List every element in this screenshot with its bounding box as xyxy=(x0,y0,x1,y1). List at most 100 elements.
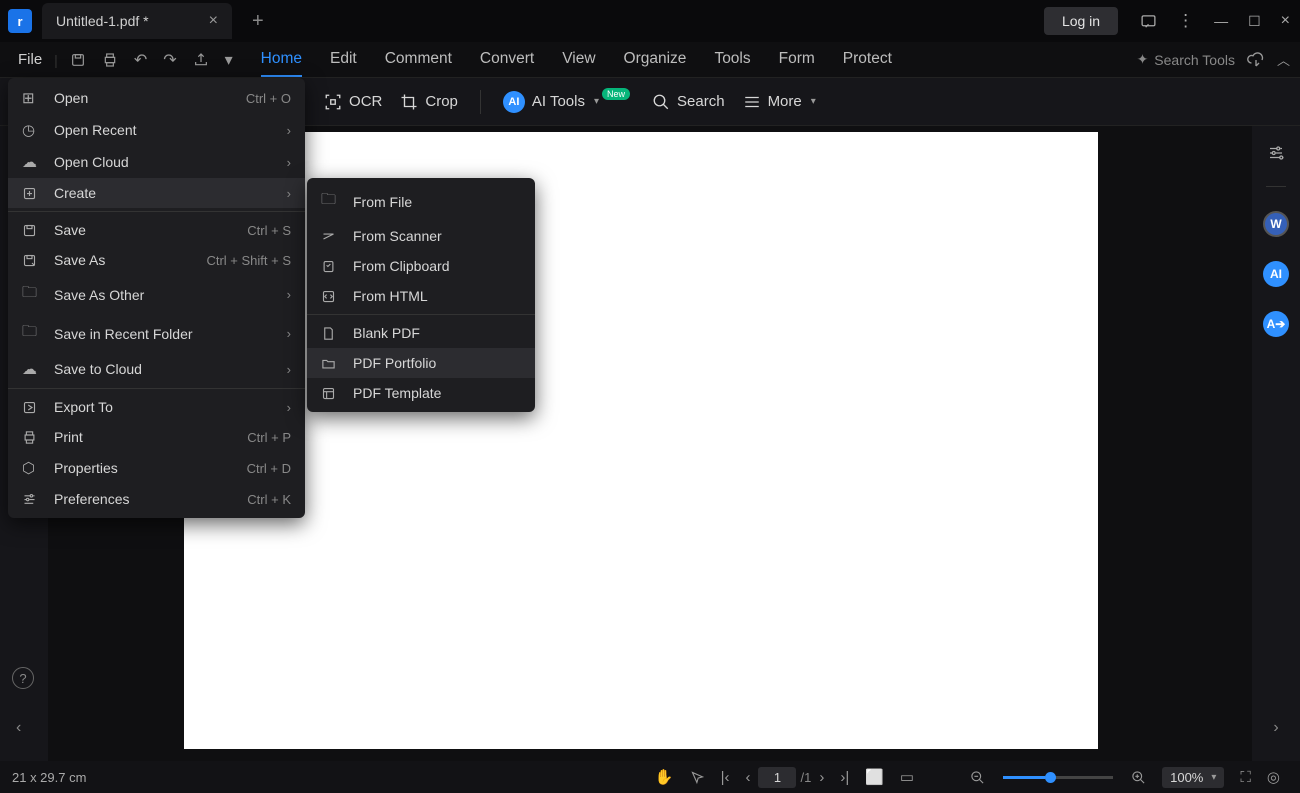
fullscreen-icon[interactable]: ⛶ xyxy=(1240,769,1251,786)
chevron-right-icon: › xyxy=(287,326,291,341)
word-export-icon[interactable]: W xyxy=(1263,211,1289,237)
tab-home[interactable]: Home xyxy=(261,43,302,77)
submenu-from-html[interactable]: From HTML xyxy=(307,281,535,311)
tab-form[interactable]: Form xyxy=(779,43,815,77)
help-icon[interactable]: ? xyxy=(12,667,34,689)
crop-button[interactable]: Crop xyxy=(400,93,458,111)
page-icon xyxy=(321,326,343,341)
crop-label: Crop xyxy=(425,93,458,110)
chevron-right-icon: › xyxy=(287,155,291,170)
close-window-icon[interactable]: × xyxy=(1281,12,1290,30)
next-page-icon[interactable]: › xyxy=(819,769,824,786)
create-icon xyxy=(22,186,44,201)
ai-sidebar-icon[interactable]: AI xyxy=(1263,261,1289,287)
file-menu-button[interactable]: File xyxy=(10,51,50,68)
app-logo-icon: r xyxy=(8,9,32,33)
tab-comment[interactable]: Comment xyxy=(385,43,452,77)
tab-tools[interactable]: Tools xyxy=(714,43,750,77)
collapse-left-icon[interactable]: ‹ xyxy=(16,719,21,737)
zoom-thumb[interactable] xyxy=(1045,772,1056,783)
chat-icon[interactable] xyxy=(1140,13,1157,30)
last-page-icon[interactable]: ›| xyxy=(840,769,849,786)
page-size-label: 21 x 29.7 cm xyxy=(12,770,86,785)
preferences-icon xyxy=(22,492,44,507)
hand-tool-icon[interactable]: ✋ xyxy=(655,768,674,786)
ai-icon: AI xyxy=(503,91,525,113)
close-icon[interactable]: × xyxy=(209,12,218,30)
menu-open-cloud[interactable]: ☁ Open Cloud › xyxy=(8,146,305,178)
translate-icon[interactable]: A➔ xyxy=(1263,311,1289,337)
submenu-from-clipboard[interactable]: From Clipboard xyxy=(307,251,535,281)
zoom-slider[interactable] xyxy=(1003,776,1113,779)
zoom-in-icon[interactable] xyxy=(1131,770,1146,785)
save-icon[interactable] xyxy=(70,52,86,68)
menu-open-recent[interactable]: ◷ Open Recent › xyxy=(8,114,305,146)
template-icon xyxy=(321,386,343,401)
fit-width-icon[interactable]: ⬜ xyxy=(865,768,884,786)
expand-right-icon[interactable]: › xyxy=(1273,719,1278,737)
zoom-out-icon[interactable] xyxy=(970,770,985,785)
search-button[interactable]: Search xyxy=(652,93,725,111)
menu-preferences[interactable]: Preferences Ctrl + K xyxy=(8,484,305,514)
search-tools[interactable]: ✦ Search Tools xyxy=(1137,51,1235,68)
menu-properties[interactable]: ⬡ Properties Ctrl + D xyxy=(8,452,305,484)
menu-print[interactable]: Print Ctrl + P xyxy=(8,422,305,452)
adjust-icon[interactable] xyxy=(1267,144,1285,162)
document-tab[interactable]: Untitled-1.pdf * × xyxy=(42,3,232,39)
chevron-up-icon[interactable]: ︿ xyxy=(1277,50,1290,69)
properties-icon: ⬡ xyxy=(22,459,44,477)
save-as-icon xyxy=(22,253,44,268)
fit-page-icon[interactable]: ▭ xyxy=(900,768,914,786)
submenu-pdf-template[interactable]: PDF Template xyxy=(307,378,535,408)
new-tab-button[interactable]: + xyxy=(252,10,264,33)
main-tabs: Home Edit Comment Convert View Organize … xyxy=(261,43,892,77)
page-number-input[interactable] xyxy=(758,767,796,788)
submenu-from-file[interactable]: 🗀 From File xyxy=(307,182,535,221)
menu-save-recent-folder[interactable]: 🗀 Save in Recent Folder › xyxy=(8,314,305,353)
folder-open-icon xyxy=(321,356,343,371)
menu-save-as-other[interactable]: 🗀 Save As Other › xyxy=(8,275,305,314)
target-icon[interactable]: ◎ xyxy=(1267,768,1280,786)
ai-tools-button[interactable]: AI AI Tools▾ New xyxy=(503,91,634,113)
chevron-right-icon: › xyxy=(287,123,291,138)
scanner-icon xyxy=(321,229,343,244)
menu-bar: File | ↶ ↷ ▾ Home Edit Comment Convert V… xyxy=(0,42,1300,78)
tab-organize[interactable]: Organize xyxy=(624,43,687,77)
dropdown-icon[interactable]: ▾ xyxy=(225,50,233,70)
submenu-pdf-portfolio[interactable]: PDF Portfolio xyxy=(307,348,535,378)
prev-page-icon[interactable]: ‹ xyxy=(745,769,750,786)
cloud-icon: ☁ xyxy=(22,153,44,171)
tab-convert[interactable]: Convert xyxy=(480,43,534,77)
more-label: More xyxy=(768,93,802,110)
zoom-select[interactable]: 100% ▾ xyxy=(1162,767,1224,788)
submenu-from-scanner[interactable]: From Scanner xyxy=(307,221,535,251)
first-page-icon[interactable]: |‹ xyxy=(721,769,730,786)
tab-edit[interactable]: Edit xyxy=(330,43,357,77)
tab-title: Untitled-1.pdf * xyxy=(56,13,149,29)
redo-icon[interactable]: ↷ xyxy=(163,50,176,70)
ocr-button[interactable]: OCR xyxy=(324,93,382,111)
kebab-menu-icon[interactable]: ⋮ xyxy=(1177,11,1194,31)
menu-create[interactable]: Create › xyxy=(8,178,305,208)
file-dropdown-menu: ⊞ Open Ctrl + O ◷ Open Recent › ☁ Open C… xyxy=(8,78,305,518)
menu-save[interactable]: Save Ctrl + S xyxy=(8,215,305,245)
print-icon[interactable] xyxy=(102,52,118,68)
share-icon[interactable] xyxy=(193,52,209,68)
clock-icon: ◷ xyxy=(22,121,44,139)
select-tool-icon[interactable] xyxy=(690,770,705,785)
menu-save-cloud[interactable]: ☁ Save to Cloud › xyxy=(8,353,305,385)
login-button[interactable]: Log in xyxy=(1044,7,1118,35)
more-button[interactable]: More▾ xyxy=(743,93,816,111)
submenu-blank-pdf[interactable]: Blank PDF xyxy=(307,318,535,348)
menu-open[interactable]: ⊞ Open Ctrl + O xyxy=(8,82,305,114)
maximize-icon[interactable]: ☐ xyxy=(1248,13,1261,30)
menu-export-to[interactable]: Export To › xyxy=(8,392,305,422)
menu-save-as[interactable]: Save As Ctrl + Shift + S xyxy=(8,245,305,275)
undo-icon[interactable]: ↶ xyxy=(134,50,147,70)
tab-view[interactable]: View xyxy=(562,43,595,77)
tab-protect[interactable]: Protect xyxy=(843,43,892,77)
minimize-icon[interactable]: — xyxy=(1214,13,1228,29)
cloud-sync-icon[interactable] xyxy=(1247,51,1265,69)
search-label: Search xyxy=(677,93,725,110)
chevron-right-icon: › xyxy=(287,400,291,415)
